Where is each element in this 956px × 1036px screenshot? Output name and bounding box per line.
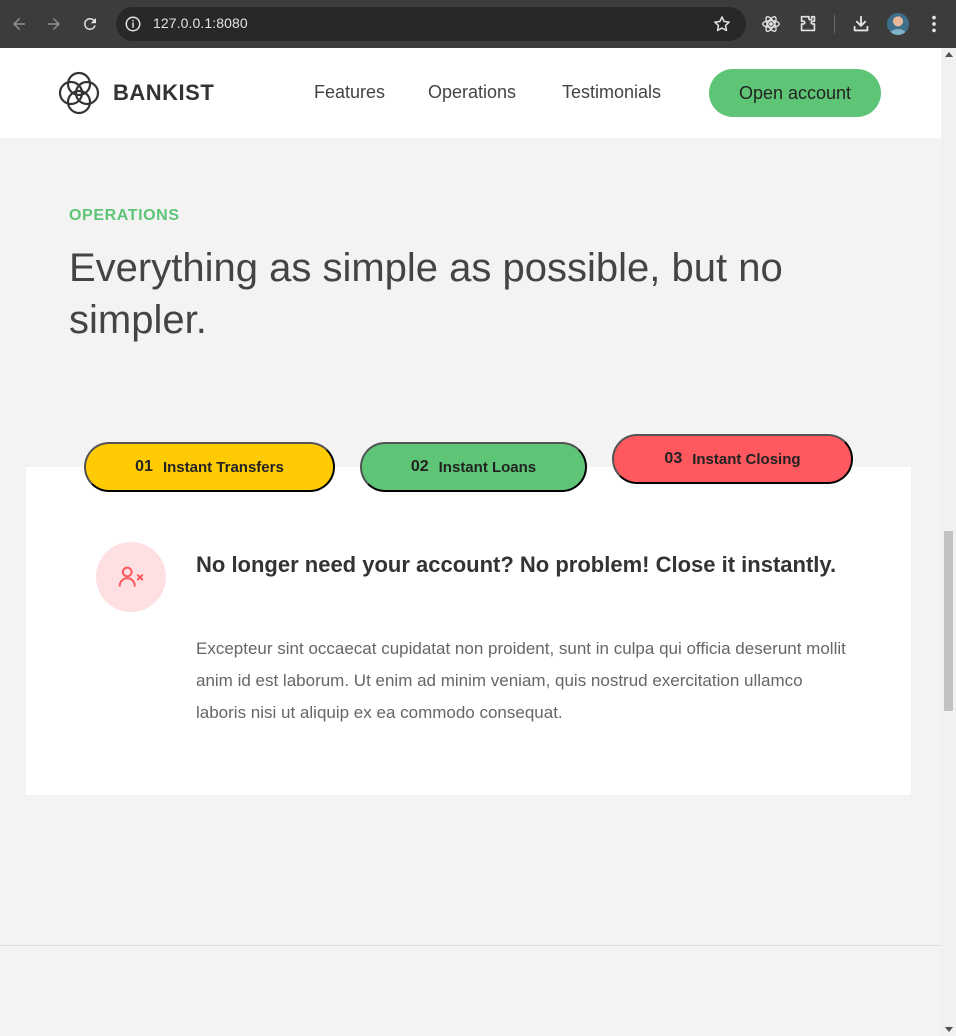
- operations-container: [26, 467, 911, 795]
- tab-label: Instant Closing: [692, 450, 801, 468]
- back-button[interactable]: [7, 12, 31, 36]
- page-viewport: BANKIST Features Operations Testimonials…: [0, 48, 941, 1036]
- scroll-down-arrow-icon[interactable]: [945, 1027, 953, 1032]
- reload-icon: [83, 17, 96, 30]
- toolbar-separator: [834, 15, 835, 33]
- react-devtools-icon[interactable]: [760, 13, 782, 35]
- page-scrollbar[interactable]: [941, 48, 956, 1036]
- arrow-left-icon: [13, 18, 25, 30]
- site-header: BANKIST Features Operations Testimonials…: [0, 48, 941, 138]
- kebab-menu-icon[interactable]: [923, 13, 945, 35]
- scroll-thumb[interactable]: [944, 531, 953, 711]
- open-account-button[interactable]: Open account: [709, 69, 881, 117]
- tab-label: Instant Loans: [438, 458, 537, 476]
- reload-button[interactable]: [78, 12, 102, 36]
- operation-description: Excepteur sint occaecat cupidatat non pr…: [196, 639, 846, 722]
- section-title: Everything as simple as possible, but no…: [69, 246, 783, 342]
- operation-heading: No longer need your account? No problem!…: [196, 552, 837, 577]
- forward-button[interactable]: [42, 12, 66, 36]
- scroll-up-arrow-icon[interactable]: [945, 52, 953, 57]
- tab-instant-closing[interactable]: 03 Instant Closing: [612, 434, 853, 484]
- user-x-icon: [118, 566, 144, 587]
- tab-instant-transfers[interactable]: 01 Instant Transfers: [84, 442, 335, 492]
- bankist-logo-icon: [58, 71, 100, 115]
- arrow-right-icon: [48, 18, 60, 30]
- nav-link-testimonials[interactable]: Testimonials: [562, 82, 661, 103]
- info-icon[interactable]: [124, 15, 142, 33]
- tab-instant-loans[interactable]: 02 Instant Loans: [360, 442, 587, 492]
- star-icon[interactable]: [712, 14, 732, 34]
- nav-link-features[interactable]: Features: [314, 82, 385, 103]
- url-text[interactable]: 127.0.0.1:8080: [153, 15, 248, 31]
- logo[interactable]: BANKIST: [55, 70, 214, 116]
- section-label: OPERATIONS: [69, 207, 180, 224]
- browser-toolbar: 127.0.0.1:8080: [0, 0, 956, 48]
- download-icon[interactable]: [850, 13, 872, 35]
- operation-icon-badge: [96, 542, 166, 612]
- section-divider: [0, 945, 941, 946]
- tab-number: 01: [135, 458, 153, 475]
- puzzle-extensions-icon[interactable]: [797, 13, 819, 35]
- tab-label: Instant Transfers: [162, 458, 284, 476]
- profile-avatar[interactable]: [887, 13, 909, 35]
- tab-number: 02: [410, 458, 429, 475]
- logo-text: BANKIST: [113, 80, 215, 105]
- nav-link-operations[interactable]: Operations: [428, 82, 516, 103]
- tab-number: 03: [664, 450, 683, 467]
- address-bar[interactable]: 127.0.0.1:8080: [116, 7, 746, 41]
